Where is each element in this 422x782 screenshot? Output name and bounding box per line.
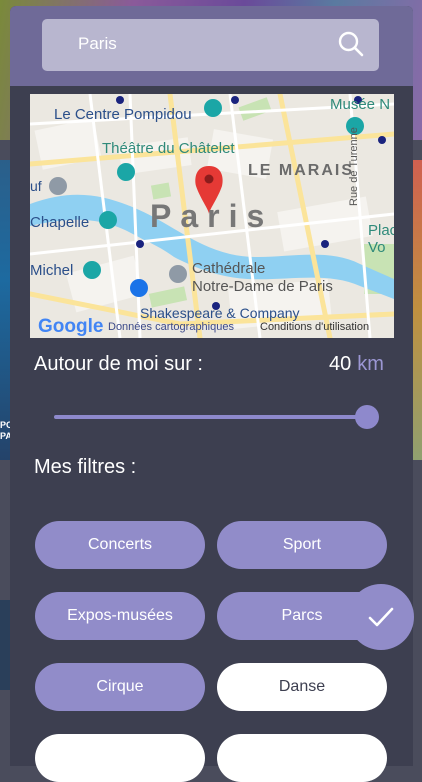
map-label-theatre: Théâtre du Châtelet [102, 140, 235, 157]
radius-number: 40 [329, 353, 352, 375]
search-value: Paris [78, 34, 117, 53]
filter-chip-label: Sport [282, 536, 322, 553]
map-label-place-2: Vo [368, 239, 386, 256]
map-label-michel: Michel [30, 262, 74, 279]
map-data-attribution[interactable]: Données cartographiques [108, 321, 234, 333]
map-label-place-1: Plac [368, 222, 394, 239]
map-label-marais: LE MARAIS [248, 162, 354, 179]
map-label-turenne: Rue de Turenne [348, 127, 360, 206]
sheet-header: Paris [10, 6, 413, 86]
radius-slider-track[interactable] [54, 415, 372, 419]
filter-chip-label: Expos-musées [67, 607, 173, 624]
map-label-ouf: uf [30, 178, 42, 194]
map-label-chapelle: Chapelle [30, 214, 90, 231]
radius-slider-thumb[interactable] [355, 405, 379, 429]
google-logo: Google [38, 316, 104, 337]
filter-chip-label: Parcs [281, 607, 323, 624]
filter-chip-cirque[interactable]: Cirque [35, 663, 205, 711]
map-label-musee: Musée N [330, 96, 391, 113]
filter-chip-label: Danse [278, 678, 326, 695]
filter-chip-next-right[interactable] [217, 734, 387, 782]
search-icon[interactable] [337, 30, 365, 58]
confirm-button[interactable] [348, 584, 414, 650]
radius-unit: km [357, 353, 384, 375]
radius-value: 40 km [329, 353, 384, 376]
filter-chip-sport[interactable]: Sport [217, 521, 387, 569]
filter-chip-label: Cirque [96, 678, 144, 695]
filter-chip-expos-musees[interactable]: Expos-musées [35, 592, 205, 640]
map-terms-link[interactable]: Conditions d'utilisation [260, 321, 369, 333]
filter-sheet: Paris Le Centre Pompidou Musée N Théâtre… [10, 6, 413, 782]
filter-chip-concerts[interactable]: Concerts [35, 521, 205, 569]
check-icon [368, 607, 394, 627]
search-input[interactable]: Paris [42, 19, 379, 71]
map-label-cathedrale-1: Cathédrale [192, 260, 266, 277]
map-label-city: Paris [150, 198, 274, 234]
filter-chip-danse[interactable]: Danse [217, 663, 387, 711]
filters-title: Mes filtres : [34, 456, 137, 478]
radius-label: Autour de moi sur : [34, 353, 203, 375]
map-label-pompidou: Le Centre Pompidou [54, 106, 192, 123]
filter-chip-next-left[interactable] [35, 734, 205, 782]
map-label-cathedrale-2: Notre-Dame de Paris [192, 278, 333, 295]
filter-chip-label: Concerts [87, 536, 153, 553]
map-preview[interactable]: Le Centre Pompidou Musée N Théâtre du Ch… [30, 94, 394, 338]
map-label-shakespeare: Shakespeare & Company [140, 305, 300, 321]
